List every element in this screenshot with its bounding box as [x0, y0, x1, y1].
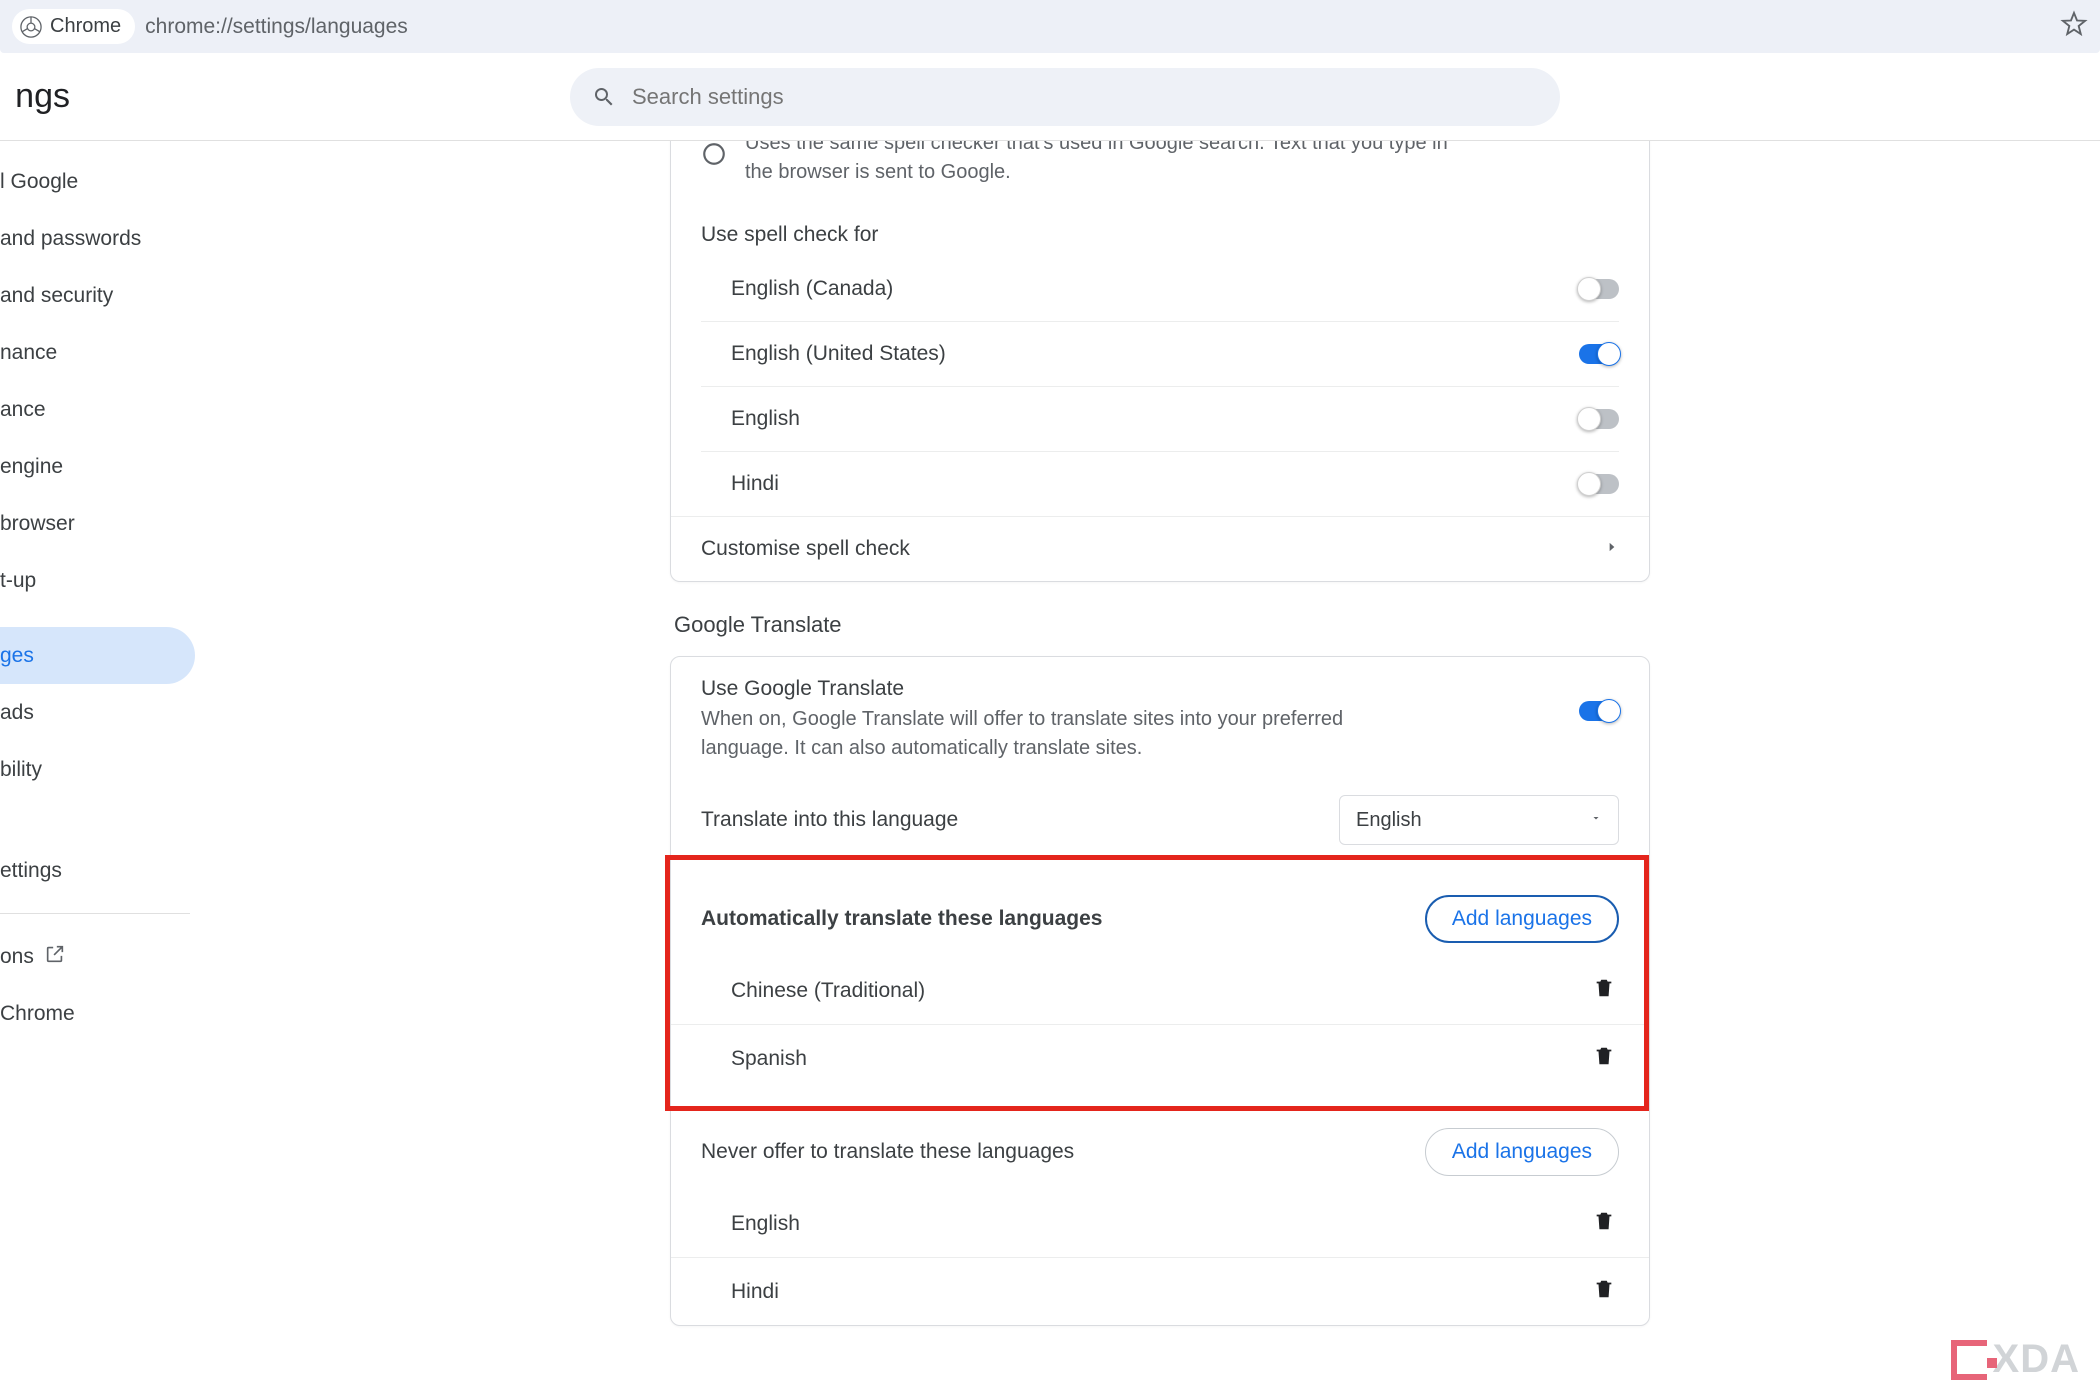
google-translate-heading: Google Translate — [674, 612, 1650, 638]
chrome-chip-label: Chrome — [50, 15, 121, 38]
auto-translate-lang-name: Chinese (Traditional) — [731, 979, 925, 1003]
sidebar-item[interactable]: Chrome — [0, 985, 220, 1042]
auto-translate-label: Automatically translate these languages — [701, 907, 1102, 931]
page-title: ngs — [0, 77, 70, 116]
spellcheck-lang-row: Hindi — [701, 451, 1619, 516]
use-translate-toggle[interactable] — [1579, 701, 1619, 721]
delete-icon[interactable] — [1593, 1208, 1615, 1239]
sidebar-item[interactable]: bility — [0, 741, 220, 798]
spellcheck-lang-row: English (United States) — [701, 321, 1619, 386]
never-translate-lang-name: Hindi — [731, 1280, 779, 1304]
spellcheck-lang-name: Hindi — [731, 472, 779, 496]
use-spellcheck-for-label: Use spell check for — [701, 223, 878, 247]
sidebar-item-extensions[interactable]: ons — [0, 928, 220, 985]
customise-spellcheck-row[interactable]: Customise spell check — [671, 516, 1649, 581]
customise-spellcheck-label: Customise spell check — [701, 537, 910, 561]
sidebar-item[interactable]: engine — [0, 438, 220, 495]
delete-icon[interactable] — [1593, 1276, 1615, 1307]
sidebar-item[interactable]: and passwords — [0, 210, 220, 267]
spellcheck-toggle[interactable] — [1579, 409, 1619, 429]
use-translate-title: Use Google Translate — [701, 677, 1421, 701]
search-input[interactable] — [632, 84, 1538, 110]
never-translate-header: Never offer to translate these languages… — [671, 1108, 1649, 1184]
sidebar-item[interactable]: browser — [0, 495, 220, 552]
use-translate-desc: When on, Google Translate will offer to … — [701, 705, 1421, 763]
delete-icon[interactable] — [1593, 975, 1615, 1006]
sidebar-item[interactable]: ance — [0, 381, 220, 438]
add-languages-auto-button[interactable]: Add languages — [1425, 895, 1619, 943]
chrome-chip[interactable]: Chrome — [12, 9, 135, 44]
spellcheck-lang-row: English — [701, 386, 1619, 451]
page-header: ngs — [0, 53, 2100, 141]
external-link-icon — [34, 943, 66, 971]
translate-card: Use Google Translate When on, Google Tra… — [670, 656, 1650, 1326]
radio-unchecked-icon — [701, 141, 727, 187]
sidebar-item[interactable]: nance — [0, 324, 220, 381]
auto-translate-header: Automatically translate these languages … — [671, 869, 1649, 951]
spellcheck-lang-name: English (Canada) — [731, 277, 893, 301]
auto-translate-lang-row: Chinese (Traditional) — [671, 957, 1649, 1024]
delete-icon[interactable] — [1593, 1043, 1615, 1074]
never-translate-label: Never offer to translate these languages — [701, 1140, 1074, 1164]
spellcheck-toggle[interactable] — [1579, 279, 1619, 299]
spellcheck-lang-row: English (Canada) — [701, 257, 1619, 321]
bookmark-star-icon[interactable] — [2060, 10, 2088, 43]
auto-translate-lang-row: Spanish — [671, 1024, 1649, 1092]
never-translate-lang-row: English — [671, 1190, 1649, 1257]
translate-into-label: Translate into this language — [701, 808, 958, 832]
sidebar-item[interactable]: ads — [0, 684, 220, 741]
sidebar-divider — [0, 913, 190, 914]
auto-translate-lang-name: Spanish — [731, 1047, 807, 1071]
add-languages-never-button[interactable]: Add languages — [1425, 1128, 1619, 1176]
sidebar-item[interactable]: t-up — [0, 552, 220, 609]
spellcheck-lang-name: English — [731, 407, 800, 431]
main-content: Enhanced spell check Uses the same spell… — [220, 141, 2100, 1400]
search-icon — [592, 85, 616, 109]
caret-down-icon — [1590, 811, 1602, 829]
enhanced-spellcheck-option[interactable]: Enhanced spell check Uses the same spell… — [671, 141, 1649, 203]
chevron-right-icon — [1605, 540, 1619, 559]
spellcheck-lang-name: English (United States) — [731, 342, 946, 366]
sidebar-item[interactable]: ettings — [0, 842, 220, 899]
sidebar-item[interactable]: l Google — [0, 153, 220, 210]
spellcheck-toggle[interactable] — [1579, 474, 1619, 494]
translate-into-value: English — [1356, 809, 1422, 832]
url-text[interactable]: chrome://settings/languages — [145, 15, 408, 39]
watermark-text: XDA — [1993, 1337, 2080, 1382]
enhanced-desc: Uses the same spell checker that's used … — [745, 141, 1465, 187]
chrome-icon — [20, 16, 42, 38]
spellcheck-card: Enhanced spell check Uses the same spell… — [670, 141, 1650, 582]
watermark: XDA — [1951, 1337, 2080, 1382]
omnibox-bar: Chrome chrome://settings/languages — [0, 0, 2100, 53]
never-translate-lang-name: English — [731, 1212, 800, 1236]
sidebar-item[interactable]: and security — [0, 267, 220, 324]
never-translate-lang-row: Hindi — [671, 1257, 1649, 1325]
spellcheck-toggle[interactable] — [1579, 344, 1619, 364]
translate-into-dropdown[interactable]: English — [1339, 795, 1619, 845]
sidebar-item-languages[interactable]: ges — [0, 627, 195, 684]
settings-search[interactable] — [570, 68, 1560, 126]
watermark-logo-icon — [1951, 1340, 1987, 1380]
sidebar: l Google and passwords and security nanc… — [0, 141, 220, 1400]
